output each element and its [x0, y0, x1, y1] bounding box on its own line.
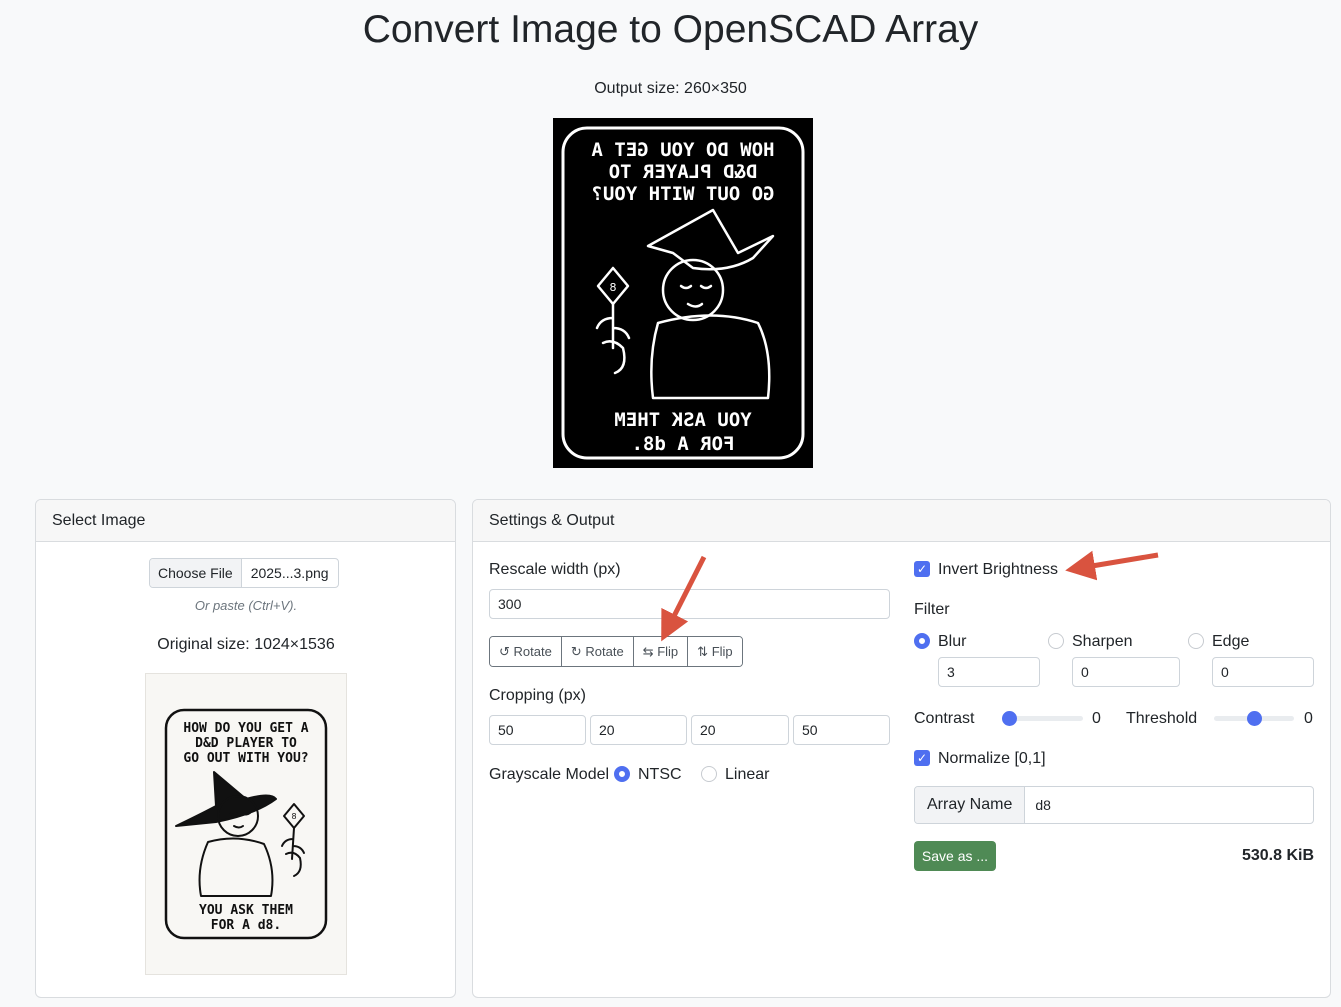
filter-blur-radio[interactable]: [914, 633, 930, 649]
original-image: HOW DO YOU GET A D&D PLAYER TO GO OUT WI…: [145, 673, 347, 975]
original-die-label: 8: [291, 812, 296, 821]
preview-text-line2: D&D PLAYER TO: [609, 161, 758, 183]
contrast-value: 0: [1092, 710, 1101, 727]
original-text-line5: FOR A d8.: [211, 918, 281, 933]
flip-vertical-button[interactable]: ⇅ Flip: [688, 637, 742, 666]
grayscale-ntsc-radio[interactable]: [614, 766, 630, 782]
invert-brightness-label: Invert Brightness: [938, 561, 1059, 578]
contrast-slider-handle[interactable]: [1002, 711, 1017, 726]
preview-artwork: HOW DO YOU GET A D&D PLAYER TO GO OUT WI…: [561, 126, 805, 460]
filter-sharpen-radio[interactable]: [1048, 633, 1064, 649]
blur-amount-input[interactable]: 3: [938, 657, 1040, 687]
rescale-width-input[interactable]: 300: [489, 589, 890, 619]
save-as-button[interactable]: Save as ...: [914, 841, 996, 871]
crop-right-input[interactable]: 20: [590, 715, 687, 745]
contrast-label: Contrast: [914, 710, 975, 727]
settings-output-header: Settings & Output: [473, 500, 1330, 542]
rotate-cw-icon: ↻: [570, 644, 582, 659]
rotate-cw-button[interactable]: ↻ Rotate: [561, 637, 634, 666]
filter-edge-radio[interactable]: [1188, 633, 1204, 649]
filter-label: Filter: [914, 601, 950, 618]
filter-blur-label: Blur: [938, 633, 967, 650]
grayscale-linear-radio[interactable]: [701, 766, 717, 782]
wizard-illustration: [175, 771, 305, 897]
output-file-size: 530.8 KiB: [1241, 847, 1314, 864]
page-title: Convert Image to OpenSCAD Array: [362, 8, 979, 51]
normalize-checkbox[interactable]: ✓: [914, 750, 930, 766]
crop-left-input[interactable]: 50: [793, 715, 890, 745]
selected-file-name: 2025...3.png: [250, 565, 329, 581]
flip-vertical-icon: ⇅: [697, 644, 709, 659]
filter-sharpen-label: Sharpen: [1072, 633, 1133, 650]
flip-horizontal-icon: ⇆: [642, 644, 654, 659]
file-input[interactable]: Choose File 2025...3.png: [149, 558, 339, 588]
rescale-width-label: Rescale width (px): [489, 561, 621, 578]
grayscale-linear-label: Linear: [725, 766, 770, 783]
sharpen-amount-input[interactable]: 0: [1072, 657, 1180, 687]
flip-horizontal-button[interactable]: ⇆ Flip: [633, 637, 689, 666]
grayscale-model-label: Grayscale Model: [489, 766, 610, 783]
cropping-label: Cropping (px): [489, 687, 586, 704]
select-image-header: Select Image: [36, 500, 455, 542]
crop-top-input[interactable]: 50: [489, 715, 586, 745]
threshold-value: 0: [1304, 710, 1313, 727]
preview-text-line5: FOR A d8.: [632, 433, 735, 455]
filter-edge-label: Edge: [1212, 633, 1250, 650]
paste-hint: Or paste (Ctrl+V).: [194, 598, 298, 613]
rotate-ccw-icon: ↺: [499, 644, 510, 659]
original-text-line1: HOW DO YOU GET A: [183, 721, 308, 736]
output-size-text: Output size: 260×350: [594, 80, 747, 97]
choose-file-button[interactable]: Choose File: [150, 559, 242, 587]
edge-amount-input[interactable]: 0: [1212, 657, 1314, 687]
crop-bottom-input[interactable]: 20: [691, 715, 789, 745]
output-preview-image: HOW DO YOU GET A D&D PLAYER TO GO OUT WI…: [553, 118, 813, 468]
preview-text-line4: YOU ASK THEM: [614, 409, 751, 431]
grayscale-ntsc-label: NTSC: [638, 766, 682, 783]
transform-button-group: ↺ Rotate ↻ Rotate ⇆ Flip ⇅ Flip: [489, 636, 743, 667]
invert-brightness-checkbox[interactable]: ✓: [914, 561, 930, 577]
threshold-label: Threshold: [1126, 710, 1198, 727]
array-name-label: Array Name: [915, 787, 1026, 823]
wizard-illustration-inverted: [595, 208, 775, 400]
preview-text-line1: HOW DO YOU GET A: [591, 139, 775, 161]
preview-die-label: 8: [610, 281, 617, 294]
array-name-input[interactable]: d8: [1025, 787, 1061, 823]
array-name-group: Array Name d8: [914, 786, 1314, 824]
original-size-text: Original size: 1024×1536: [157, 636, 335, 653]
preview-text-line3: GO OUT WITH YOU?: [591, 183, 774, 205]
threshold-slider-handle[interactable]: [1247, 711, 1262, 726]
normalize-label: Normalize [0,1]: [938, 750, 1046, 767]
original-text-line3: GO OUT WITH YOU?: [183, 751, 308, 766]
original-text-line2: D&D PLAYER TO: [195, 736, 297, 751]
original-text-line4: YOU ASK THEM: [199, 903, 293, 918]
original-artwork: HOW DO YOU GET A D&D PLAYER TO GO OUT WI…: [164, 708, 328, 940]
rotate-ccw-button[interactable]: ↺ Rotate: [490, 637, 562, 666]
